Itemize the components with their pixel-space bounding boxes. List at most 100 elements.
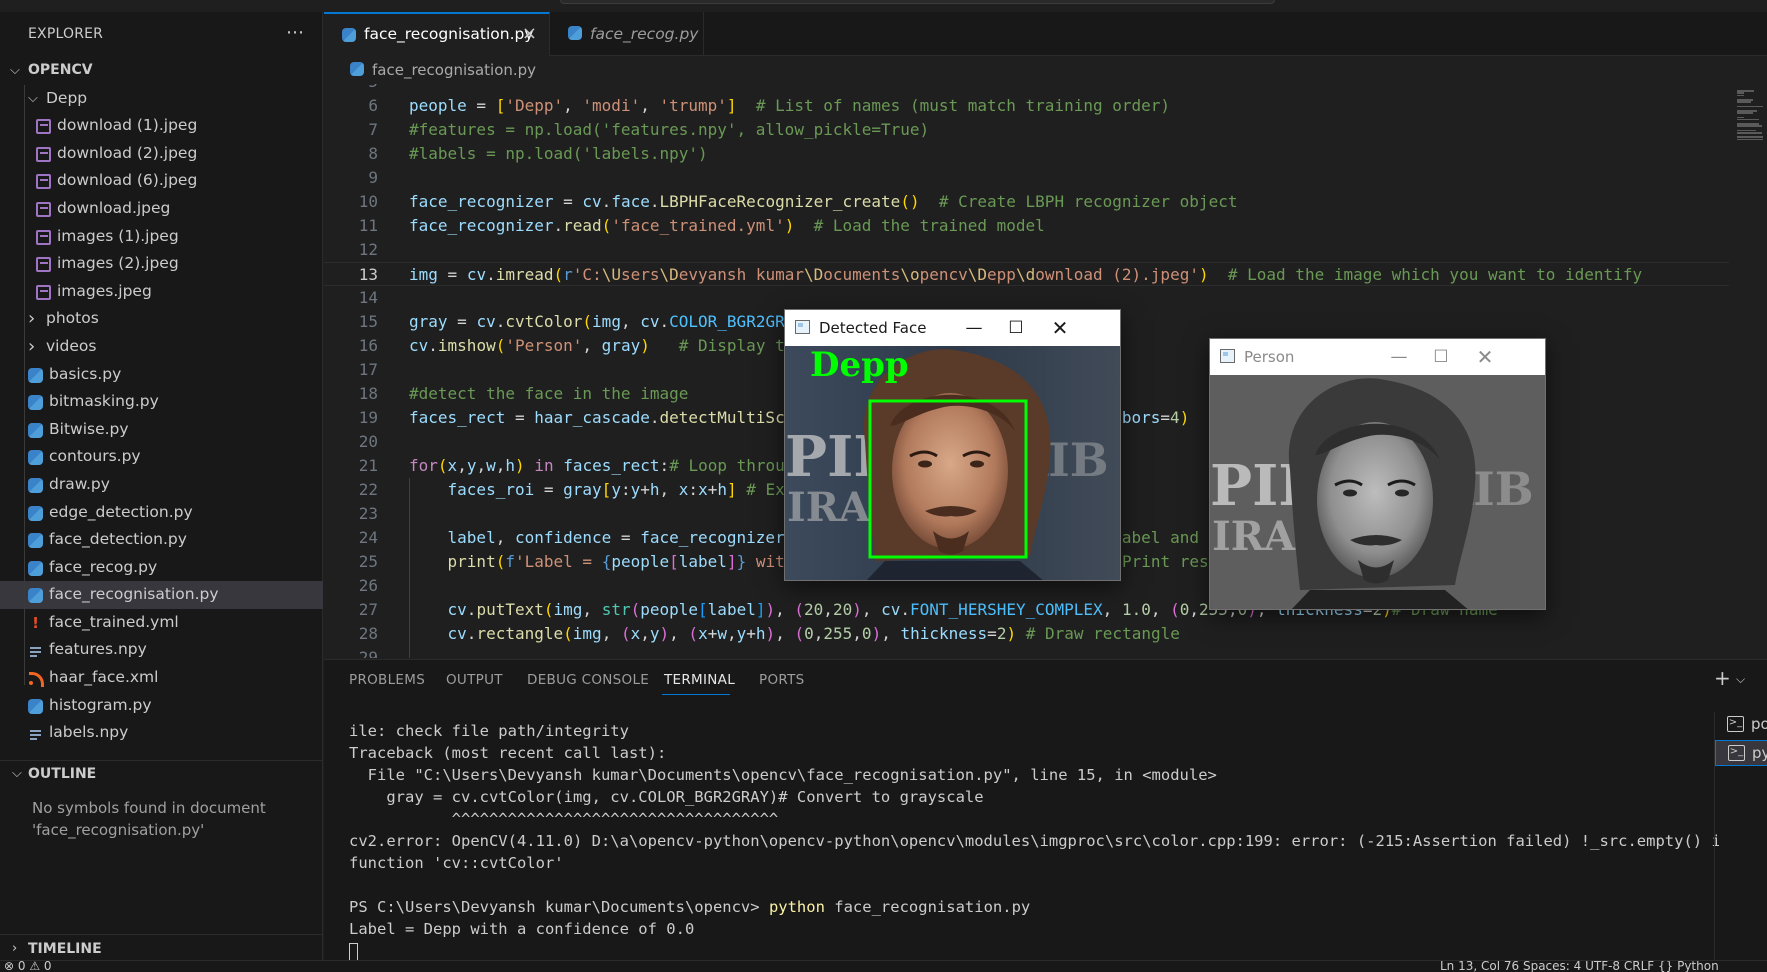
- code-token: ,: [601, 624, 621, 643]
- terminal-item-py[interactable]: >_ py: [1715, 740, 1767, 766]
- code-line[interactable]: 28 cv.rectangle(img, (x,y), (x+w,y+h), (…: [324, 622, 1729, 646]
- outline-empty-message: No symbols found in document 'face_recog…: [32, 799, 266, 839]
- ellipsis-icon[interactable]: ⋯: [286, 22, 304, 43]
- tab-terminal[interactable]: TERMINAL: [664, 672, 735, 688]
- terminal-output[interactable]: ile: check file path/integrity Traceback …: [349, 720, 1719, 960]
- tree-item[interactable]: ! face_trained.yml: [0, 609, 323, 637]
- tree-item[interactable]: bitmasking.py: [0, 388, 323, 416]
- image-file-icon: [36, 146, 51, 162]
- code-token: cvtColor: [505, 312, 583, 331]
- line-number: 29: [358, 648, 378, 658]
- tree-item[interactable]: ⌵ Depp: [0, 85, 323, 113]
- code-line[interactable]: 6 people = ['Depp', 'modi', 'trump'] # Li…: [324, 94, 1729, 118]
- tab-problems[interactable]: PROBLEMS: [349, 672, 425, 688]
- code-token: [: [698, 600, 708, 619]
- tree-item[interactable]: features.npy: [0, 636, 323, 664]
- code-token: #detect the face in the image: [409, 384, 689, 403]
- tree-item[interactable]: images (2).jpeg: [0, 250, 323, 278]
- code-token: 'face_trained.yml': [611, 216, 785, 235]
- tree-item[interactable]: haar_face.xml: [0, 664, 323, 692]
- tree-item[interactable]: download (6).jpeg: [0, 167, 323, 195]
- minimize-icon[interactable]: —: [1384, 344, 1414, 370]
- terminal-item-po[interactable]: >_ po: [1715, 712, 1767, 738]
- code-line[interactable]: 14: [324, 286, 1729, 310]
- code-token: h: [717, 480, 727, 499]
- outline-section-header[interactable]: ⌵ OUTLINE: [0, 760, 323, 788]
- minimize-icon[interactable]: —: [959, 315, 989, 341]
- tree-item[interactable]: histogram.py: [0, 692, 323, 720]
- status-right[interactable]: Ln 13, Col 76 Spaces: 4 UTF-8 CRLF {} Py…: [1440, 961, 1719, 972]
- tree-item-label: images.jpeg: [57, 281, 152, 300]
- window-titlebar[interactable]: Person — ☐ ✕: [1210, 339, 1545, 375]
- person-window[interactable]: Person — ☐ ✕ PIR IRA RIB: [1209, 338, 1546, 610]
- timeline-section-header[interactable]: › TIMELINE: [0, 934, 323, 962]
- code-token: 255: [823, 624, 853, 643]
- code-line[interactable]: 9: [324, 166, 1729, 190]
- tree-item[interactable]: download.jpeg: [0, 195, 323, 223]
- tree-item[interactable]: basics.py: [0, 361, 323, 389]
- tree-item[interactable]: › videos: [0, 333, 323, 361]
- code-line[interactable]: 29: [324, 646, 1729, 658]
- code-line[interactable]: 7 #features = np.load('features.npy', all…: [324, 118, 1729, 142]
- tree-item-label: basics.py: [49, 364, 122, 383]
- terminal-label: py: [1752, 744, 1767, 762]
- tree-item[interactable]: images (1).jpeg: [0, 223, 323, 251]
- code-line[interactable]: 12: [324, 238, 1729, 262]
- code-line[interactable]: 8 #labels = np.load('labels.npy'): [324, 142, 1729, 166]
- code-token: ]: [726, 96, 737, 115]
- tree-item[interactable]: draw.py: [0, 471, 323, 499]
- root-folder-opencv[interactable]: ⌵ OPENCV: [0, 57, 323, 85]
- tree-item[interactable]: download (1).jpeg: [0, 112, 323, 140]
- tab-label: face_recognisation.py: [364, 25, 534, 43]
- tree-item[interactable]: face_detection.py: [0, 526, 323, 554]
- minimap[interactable]: [1729, 84, 1767, 658]
- code-token: (: [553, 265, 564, 284]
- tab-face-recognisation[interactable]: face_recognisation.py ×: [324, 12, 550, 56]
- line-number: 17: [358, 360, 378, 379]
- code-token: ,: [775, 600, 795, 619]
- code-token: people: [640, 600, 699, 619]
- breadcrumb-file[interactable]: face_recognisation.py: [372, 61, 536, 79]
- command-center[interactable]: [560, 0, 1275, 4]
- problems-count[interactable]: ⊗ 0 ⚠ 0: [4, 961, 52, 972]
- tree-item[interactable]: face_recognisation.py: [0, 581, 323, 609]
- tree-item[interactable]: contours.py: [0, 443, 323, 471]
- tree-item[interactable]: face_recog.py: [0, 554, 323, 582]
- tree-item[interactable]: › photos: [0, 305, 323, 333]
- code-token: ,: [640, 624, 650, 643]
- indent-guide: [409, 478, 410, 658]
- chevron-down-icon[interactable]: ⌵: [1736, 672, 1745, 687]
- tree-item[interactable]: edge_detection.py: [0, 499, 323, 527]
- tree-item-label: bitmasking.py: [49, 392, 159, 411]
- tab-ports[interactable]: PORTS: [759, 672, 804, 688]
- tab-face-recog[interactable]: face_recog.py: [550, 12, 704, 56]
- maximize-icon[interactable]: ☐: [1426, 344, 1456, 370]
- code-line[interactable]: 5: [324, 84, 1729, 94]
- window-titlebar[interactable]: Detected Face — ☐ ✕: [785, 310, 1120, 346]
- tree-item[interactable]: labels.npy: [0, 719, 323, 747]
- close-icon[interactable]: ×: [522, 14, 537, 54]
- code-line[interactable]: 11 face_recognizer.read('face_trained.yml…: [324, 214, 1729, 238]
- tree-item[interactable]: images.jpeg: [0, 278, 323, 306]
- plus-icon[interactable]: +: [1714, 666, 1731, 690]
- close-icon[interactable]: ✕: [1045, 315, 1075, 341]
- tree-item-label: face_recognisation.py: [49, 585, 219, 604]
- tree-item[interactable]: rescale.py: [0, 747, 323, 753]
- python-file-icon: [342, 28, 356, 42]
- tree-item[interactable]: download (2).jpeg: [0, 140, 323, 168]
- root-folder-label: OPENCV: [28, 62, 93, 78]
- detected-face-window[interactable]: Detected Face — ☐ ✕ PIR IRA RIB Depp: [784, 309, 1121, 581]
- maximize-icon[interactable]: ☐: [1001, 315, 1031, 341]
- code-token: +: [707, 480, 718, 499]
- code-line[interactable]: 13 img = cv.imread(r'C:\Users\Devyansh ku…: [324, 262, 1729, 286]
- terminal-line: gray = cv.cvtColor(img, cv.COLOR_BGR2GRA…: [349, 786, 1719, 808]
- close-icon[interactable]: ✕: [1470, 344, 1500, 370]
- code-token: x: [630, 624, 641, 643]
- tab-output[interactable]: OUTPUT: [446, 672, 503, 688]
- code-line[interactable]: 10 face_recognizer = cv.face.LBPHFaceReco…: [324, 190, 1729, 214]
- tree-item[interactable]: Bitwise.py: [0, 416, 323, 444]
- tab-debug-console[interactable]: DEBUG CONSOLE: [527, 672, 649, 688]
- terminal-prompt-line[interactable]: [349, 940, 1719, 960]
